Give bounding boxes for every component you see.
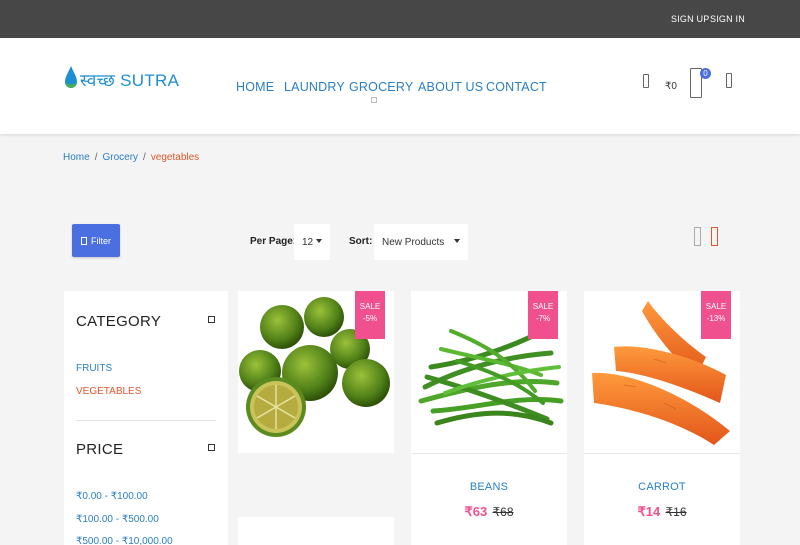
user-icon[interactable] [726,73,732,88]
site-logo[interactable]: स्वच्छ SUTRA [64,62,179,96]
nav-grocery[interactable]: GROCERY [349,80,413,94]
original-price: ₹68 [492,505,514,519]
sort-label: Sort: [349,236,373,247]
product-card[interactable]: SALE -13% CARROT ₹14 ₹16 [584,291,740,545]
product-card[interactable]: SALE -7% BEANS ₹63 ₹68 [411,291,567,545]
sale-badge: SALE -5% [355,291,385,339]
chevron-down-icon [316,239,322,243]
discount-label: -13% [706,314,726,323]
product-price: ₹63 ₹68 [411,504,567,520]
card-divider [411,453,567,454]
category-title: CATEGORY [76,313,162,330]
sort-select[interactable]: New Products [374,224,468,260]
breadcrumb-grocery[interactable]: Grocery [102,152,138,163]
breadcrumb-separator: / [94,152,98,163]
nav-contact[interactable]: CONTACT [486,80,547,94]
per-page-value: 12 [302,236,314,248]
category-toggle-icon[interactable] [208,316,215,323]
cart-count-badge: 0 [700,68,711,79]
price-range-0-100[interactable]: ₹0.00 - ₹100.00 [76,491,148,502]
sale-badge: SALE -7% [528,291,558,339]
nav-home[interactable]: HOME [236,80,274,94]
filter-button[interactable]: Filter [72,224,120,257]
sign-in-link[interactable]: SIGN IN [710,14,745,24]
chevron-down-icon [454,239,460,243]
per-page-label: Per Page: [250,236,297,247]
nav-laundry[interactable]: LAUNDRY [284,80,345,94]
card-divider [584,453,740,454]
breadcrumb: Home / Grocery / vegetables [63,152,199,163]
logo-text: स्वच्छ SUTRA [80,70,180,90]
breadcrumb-home[interactable]: Home [63,152,90,163]
category-vegetables[interactable]: VEGETABLES [76,386,141,397]
product-card[interactable] [238,517,394,545]
grid-view-icon[interactable] [694,227,701,246]
sale-label: SALE [705,302,727,311]
sign-up-link[interactable]: SIGN UP [671,14,709,24]
product-name[interactable]: BEANS [411,481,567,493]
price-toggle-icon[interactable] [208,444,215,451]
filter-icon [81,236,87,245]
sale-price: ₹14 [637,504,661,519]
price-title: PRICE [76,441,124,458]
dropdown-indicator-icon [371,97,377,103]
filter-label: Filter [91,235,111,246]
filter-sidebar: CATEGORY FRUITS VEGETABLES PRICE ₹0.00 -… [64,291,228,545]
water-drop-icon [65,66,77,88]
site-header: स्वच्छ SUTRA HOME LAUNDRY GROCERY ABOUT … [0,38,800,134]
category-fruits[interactable]: FRUITS [76,363,112,374]
product-price: ₹14 ₹16 [584,504,740,520]
discount-label: -5% [362,314,378,323]
sale-badge: SALE -13% [701,291,731,339]
top-bar: SIGN UP SIGN IN [0,0,800,38]
discount-label: -7% [535,314,551,323]
breadcrumb-separator: / [143,152,146,163]
sale-label: SALE [532,302,554,311]
original-price: ₹16 [665,505,687,519]
product-card[interactable]: SALE -5% [238,291,394,453]
breadcrumb-current: vegetables [150,152,200,163]
sale-price: ₹63 [464,504,488,519]
product-name[interactable]: CARROT [584,481,740,493]
price-range-500-10000[interactable]: ₹500.00 - ₹10,000.00 [76,536,173,545]
price-range-100-500[interactable]: ₹100.00 - ₹500.00 [76,514,159,525]
sort-value: New Products [382,236,445,248]
search-icon[interactable] [643,74,649,88]
list-view-icon[interactable] [711,227,718,246]
cart-total: ₹0 [665,81,677,92]
per-page-select[interactable]: 12 [294,224,330,260]
nav-about-us[interactable]: ABOUT US [418,80,483,94]
sidebar-divider [76,420,216,421]
sale-label: SALE [359,302,381,311]
